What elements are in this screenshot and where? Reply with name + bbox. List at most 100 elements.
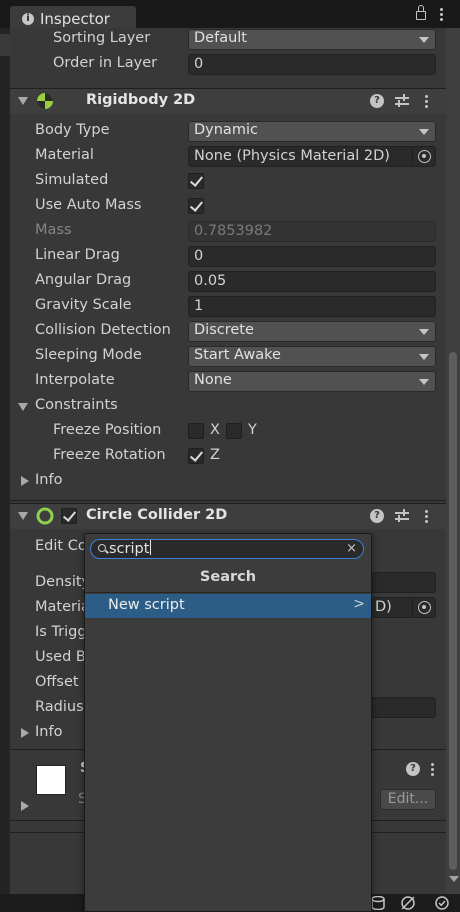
freeze-rotation-z-checkbox[interactable] [188,448,204,464]
foldout-info-icon[interactable] [21,476,29,486]
left-edge [0,28,10,912]
body-type-value: Dynamic [194,122,258,138]
sleeping-mode-label: Sleeping Mode [35,347,142,363]
collision-detection-label: Collision Detection [35,322,171,338]
freeze-position-label: Freeze Position [53,422,162,438]
search-input[interactable]: script × [90,539,364,559]
component-menu-icon[interactable] [425,510,429,525]
linear-drag-label: Linear Drag [35,247,120,263]
offset-label: Offset [35,674,79,690]
tab-label: Inspector [40,10,110,28]
order-in-layer-field[interactable]: 0 [188,54,436,75]
foldout-constraints-icon[interactable] [18,403,28,411]
lock-icon[interactable] [416,11,426,20]
debug-icon[interactable] [400,896,416,910]
foldout-info-icon[interactable] [21,728,29,738]
rigidbody-icon [37,93,53,109]
rigidbody-title: Rigidbody 2D [86,92,196,108]
order-in-layer-label: Order in Layer [53,55,158,71]
new-script-item[interactable]: New script > [85,594,371,618]
sleeping-mode-dropdown[interactable]: Start Awake [188,346,436,367]
use-auto-mass-checkbox[interactable] [188,198,204,214]
window-menu-icon[interactable] [440,8,444,23]
sorting-layer-dropdown[interactable]: Default [188,29,436,50]
component-menu-icon[interactable] [425,95,429,110]
freeze-position-y-checkbox[interactable] [226,423,242,439]
collider-material-label: Materia [35,599,90,615]
foldout-rigidbody-icon[interactable] [18,97,28,105]
is-trigger-label: Is Trigg [35,624,87,640]
used-by-effector-label: Used B [35,649,86,665]
material-preview [36,765,66,795]
search-icon [98,544,106,552]
simulated-checkbox[interactable] [188,173,204,189]
clear-search-icon[interactable]: × [346,541,357,556]
check-circle-icon[interactable] [434,896,450,910]
collider-material-value: D) [375,599,392,615]
linear-drag-field[interactable]: 0 [188,246,436,267]
help-icon[interactable]: ? [406,762,420,776]
chevron-down-icon [419,37,429,43]
edit-shader-button[interactable]: Edit... [380,789,436,810]
radius-label: Radius [35,699,84,715]
constraints-label[interactable]: Constraints [35,397,118,413]
collider-info-label[interactable]: Info [35,724,62,740]
freeze-rotation-z-label: Z [210,447,220,463]
freeze-rotation-label: Freeze Rotation [53,447,166,463]
foldout-shader-icon[interactable] [21,801,29,811]
lock-shackle [418,5,424,12]
help-icon[interactable]: ? [370,509,384,523]
collider-enabled-checkbox[interactable] [61,508,77,524]
material-field[interactable]: None (Physics Material 2D) [188,146,436,167]
sorting-layer-label: Sorting Layer [53,30,151,46]
object-picker-icon[interactable] [418,601,431,614]
section-divider [10,500,446,501]
chevron-down-icon [419,129,429,135]
freeze-position-y-label: Y [248,422,257,438]
circle-collider-title: Circle Collider 2D [86,507,228,523]
mass-label: Mass [35,222,72,238]
presets-icon[interactable] [395,94,409,108]
sorting-layer-value: Default [194,30,247,46]
component-menu-icon[interactable] [431,763,435,778]
freeze-position-x-checkbox[interactable] [188,423,204,439]
freeze-position-x-label: X [210,422,220,438]
scrollbar-thumb[interactable] [449,352,457,870]
object-picker-icon[interactable] [418,150,431,163]
interpolate-value: None [194,372,232,388]
simulated-label: Simulated [35,172,109,188]
popup-title: Search [199,569,257,585]
search-value: script [109,541,150,557]
interpolate-dropdown[interactable]: None [188,371,436,392]
material-value: None (Physics Material 2D) [194,148,390,164]
mass-field: 0.7853982 [188,221,436,242]
add-component-popup[interactable]: script × Search New script > [84,533,372,912]
tab-bar: i Inspector [0,0,460,32]
chevron-down-icon [419,354,429,360]
body-type-label: Body Type [35,122,110,138]
popup-divider [85,592,371,593]
chevron-right-icon: > [353,596,365,612]
circle-collider-icon [36,507,54,525]
gravity-scale-field[interactable]: 1 [188,296,436,317]
interpolate-label: Interpolate [35,372,115,388]
angular-drag-field[interactable]: 0.05 [188,271,436,292]
info-icon: i [22,13,34,25]
database-icon[interactable] [370,896,386,910]
gravity-scale-label: Gravity Scale [35,297,132,313]
info-label[interactable]: Info [35,472,62,488]
angular-drag-label: Angular Drag [35,272,132,288]
collision-detection-value: Discrete [194,322,254,338]
body-type-dropdown[interactable]: Dynamic [188,121,436,142]
density-label: Density [35,574,91,590]
scroll-down-arrow-icon[interactable] [449,876,459,882]
edit-collider-label: Edit Co [35,538,87,554]
material-label: Material [35,147,94,163]
help-icon[interactable]: ? [370,94,384,108]
new-script-label: New script [108,597,185,613]
sleeping-mode-value: Start Awake [194,347,281,363]
collision-detection-dropdown[interactable]: Discrete [188,321,436,342]
chevron-down-icon [419,379,429,385]
presets-icon[interactable] [395,509,409,523]
foldout-collider-icon[interactable] [18,512,28,520]
